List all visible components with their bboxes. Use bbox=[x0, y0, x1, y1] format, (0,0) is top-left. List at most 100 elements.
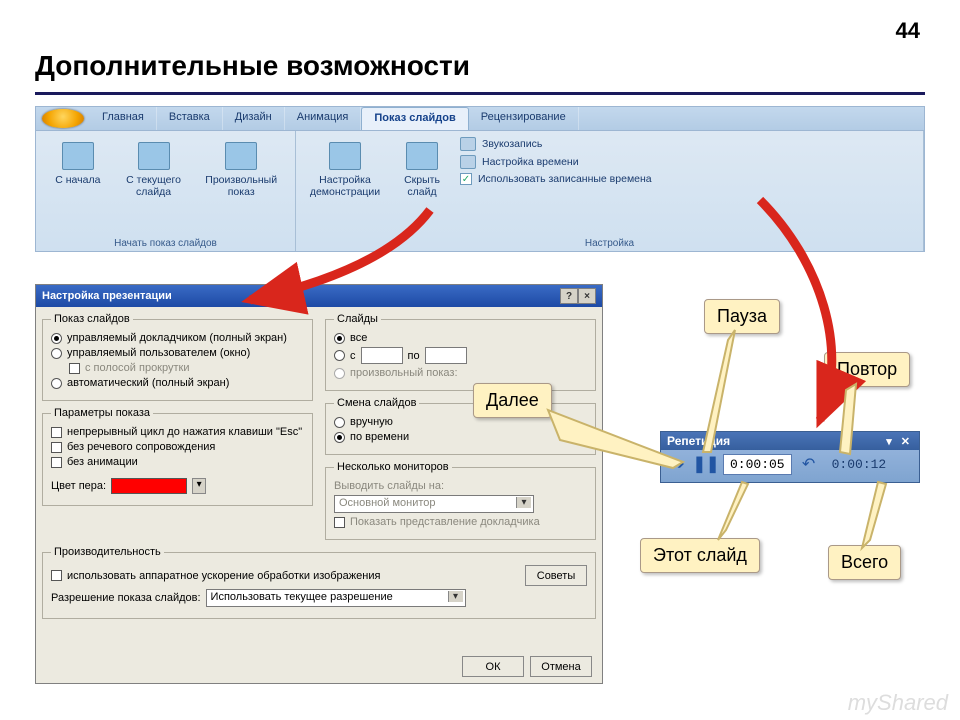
office-button[interactable] bbox=[42, 109, 84, 128]
check-hw-accel[interactable] bbox=[51, 570, 62, 581]
spin-from[interactable] bbox=[361, 347, 403, 364]
label: Использовать записанные времена bbox=[478, 173, 652, 185]
label: с bbox=[350, 350, 356, 362]
radio-from-to[interactable]: с по bbox=[334, 347, 587, 364]
callout-this-slide: Этот слайд bbox=[640, 538, 760, 573]
page-title: Дополнительные возможности bbox=[35, 50, 470, 82]
window-buttons[interactable]: ▾ ✕ bbox=[886, 435, 913, 448]
label: с полосой прокрутки bbox=[85, 362, 189, 374]
group-title: Настройка bbox=[302, 236, 917, 249]
legend: Смена слайдов bbox=[334, 397, 419, 409]
check-no-animation[interactable]: без анимации bbox=[51, 456, 304, 468]
legend: Параметры показа bbox=[51, 407, 153, 419]
dialog-titlebar: Настройка презентации ? × bbox=[36, 285, 602, 307]
label: Настройка демонстрации bbox=[305, 174, 385, 198]
record-narration-button[interactable]: Звукозапись bbox=[460, 137, 652, 151]
fs-monitors: Несколько мониторов Выводить слайды на: … bbox=[325, 461, 596, 540]
tab-review[interactable]: Рецензирование bbox=[469, 107, 579, 130]
callout-next: Далее bbox=[473, 383, 552, 418]
title-underline bbox=[35, 92, 925, 95]
custom-show-icon bbox=[225, 142, 257, 170]
label: С начала bbox=[45, 174, 111, 186]
fs-show-type: Показ слайдов управляемый докладчиком (п… bbox=[42, 313, 313, 401]
label: все bbox=[350, 332, 367, 344]
label: Настройка времени bbox=[482, 156, 579, 168]
legend: Показ слайдов bbox=[51, 313, 133, 325]
label: управляемый пользователем (окно) bbox=[67, 347, 250, 359]
radio-custom-show: произвольный показ: bbox=[334, 367, 587, 379]
label: без анимации bbox=[67, 456, 138, 468]
next-button[interactable]: ➔ bbox=[667, 453, 689, 475]
ok-button[interactable]: ОК bbox=[462, 656, 524, 677]
dropdown-icon[interactable]: ▾ bbox=[192, 478, 206, 494]
pause-button[interactable]: ❚❚ bbox=[695, 453, 717, 475]
hide-icon bbox=[406, 142, 438, 170]
hide-slide-button[interactable]: Скрыть слайд bbox=[392, 135, 452, 203]
setup-icon bbox=[329, 142, 361, 170]
label: непрерывный цикл до нажатия клавиши "Esc… bbox=[67, 426, 302, 438]
ribbon-group-setup: Настройка демонстрации Скрыть слайд Звук… bbox=[296, 131, 924, 251]
slide-icon bbox=[138, 142, 170, 170]
custom-show-button[interactable]: Произвольный показ bbox=[193, 135, 289, 203]
pen-color-swatch[interactable] bbox=[111, 478, 187, 494]
legend: Производительность bbox=[51, 546, 164, 558]
monitor-dropdown: Основной монитор bbox=[334, 495, 534, 513]
tips-button[interactable]: Советы bbox=[525, 565, 587, 586]
label: Разрешение показа слайдов: bbox=[51, 592, 201, 604]
tab-home[interactable]: Главная bbox=[90, 107, 157, 130]
label: Скрыть слайд bbox=[395, 174, 449, 198]
cancel-button[interactable]: Отмена bbox=[530, 656, 592, 677]
radio-user-window[interactable]: управляемый пользователем (окно) bbox=[51, 347, 304, 359]
label: вручную bbox=[350, 416, 393, 428]
radio-all-slides[interactable]: все bbox=[334, 332, 587, 344]
callout-repeat: Повтор bbox=[824, 352, 910, 387]
ribbon-tabstrip: Главная Вставка Дизайн Анимация Показ сл… bbox=[36, 107, 924, 131]
slide-number: 44 bbox=[896, 18, 920, 44]
legend: Слайды bbox=[334, 313, 381, 325]
fs-slides-range: Слайды все с по произвольный показ: bbox=[325, 313, 596, 391]
ribbon: Главная Вставка Дизайн Анимация Показ сл… bbox=[35, 106, 925, 252]
setup-show-button[interactable]: Настройка демонстрации bbox=[302, 135, 388, 203]
tab-slideshow[interactable]: Показ слайдов bbox=[361, 107, 468, 130]
rehearse-timings-button[interactable]: Настройка времени bbox=[460, 155, 652, 169]
label: управляемый докладчиком (полный экран) bbox=[67, 332, 287, 344]
rehearsal-toolbar: Репетиция ▾ ✕ ➔ ❚❚ 0:00:05 ↶ 0:00:12 bbox=[660, 431, 920, 483]
legend: Несколько мониторов bbox=[334, 461, 452, 473]
fs-advance: Смена слайдов вручную по времени bbox=[325, 397, 596, 455]
tab-insert[interactable]: Вставка bbox=[157, 107, 223, 130]
resolution-dropdown[interactable]: Использовать текущее разрешение bbox=[206, 589, 466, 607]
radio-kiosk[interactable]: автоматический (полный экран) bbox=[51, 377, 304, 389]
callout-total: Всего bbox=[828, 545, 901, 580]
mic-icon bbox=[460, 137, 476, 151]
check-no-narration[interactable]: без речевого сопровождения bbox=[51, 441, 304, 453]
watermark: myShared bbox=[848, 690, 948, 716]
group-title: Начать показ слайдов bbox=[42, 236, 289, 249]
radio-using-timings[interactable]: по времени bbox=[334, 431, 587, 443]
use-rehearsed-timings-checkbox[interactable]: ✓ Использовать записанные времена bbox=[460, 173, 652, 185]
repeat-button[interactable]: ↶ bbox=[798, 453, 820, 475]
label: Звукозапись bbox=[482, 138, 542, 150]
from-beginning-button[interactable]: С начала bbox=[42, 135, 114, 203]
label: произвольный показ: bbox=[350, 367, 458, 379]
label: Выводить слайды на: bbox=[334, 480, 444, 492]
dialog-title-text: Настройка презентации bbox=[42, 290, 172, 302]
ribbon-group-start: С начала С текущего слайда Произвольный … bbox=[36, 131, 296, 251]
pen-color-label: Цвет пера: bbox=[51, 480, 106, 492]
help-button[interactable]: ? bbox=[560, 288, 578, 304]
check-loop-esc[interactable]: непрерывный цикл до нажатия клавиши "Esc… bbox=[51, 426, 304, 438]
rehearsal-titlebar[interactable]: Репетиция ▾ ✕ bbox=[661, 432, 919, 450]
setup-show-dialog: Настройка презентации ? × Показ слайдов … bbox=[35, 284, 603, 684]
fs-performance: Производительность использовать аппаратн… bbox=[42, 546, 596, 619]
label: Показать представление докладчика bbox=[350, 516, 540, 528]
callout-pause: Пауза bbox=[704, 299, 780, 334]
tab-design[interactable]: Дизайн bbox=[223, 107, 285, 130]
total-time: 0:00:12 bbox=[826, 455, 893, 474]
tab-animation[interactable]: Анимация bbox=[285, 107, 362, 130]
label: С текущего слайда bbox=[121, 174, 187, 198]
from-current-button[interactable]: С текущего слайда bbox=[118, 135, 190, 203]
clock-icon bbox=[460, 155, 476, 169]
close-button[interactable]: × bbox=[578, 288, 596, 304]
spin-to[interactable] bbox=[425, 347, 467, 364]
fs-show-options: Параметры показа непрерывный цикл до наж… bbox=[42, 407, 313, 506]
radio-presenter[interactable]: управляемый докладчиком (полный экран) bbox=[51, 332, 304, 344]
